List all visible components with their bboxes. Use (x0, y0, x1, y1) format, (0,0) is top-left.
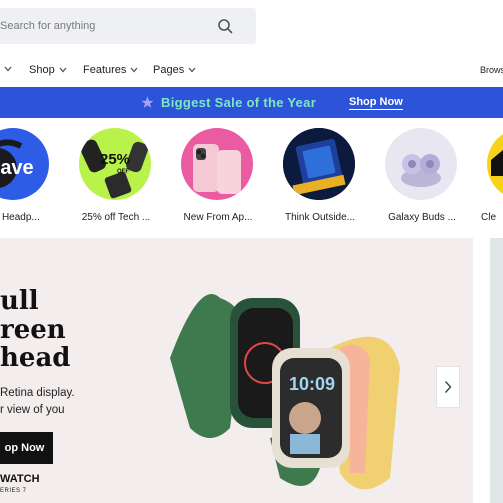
nav-item-label: Pages (153, 64, 185, 76)
processor-image (283, 128, 355, 200)
page: Shop Features Pages Brows Biggest Sale o… (0, 0, 503, 503)
category-badge: 25% (100, 151, 130, 168)
hero-shop-now-button[interactable]: op Now (0, 432, 53, 464)
category-label: 25% off Tech ... (81, 212, 151, 223)
hero-subtitle-line: Retina display. (0, 387, 75, 399)
chevron-down-icon (59, 67, 67, 73)
category-item[interactable]: ave off Headp... (0, 128, 51, 228)
phone-image (193, 144, 241, 194)
apple-watch-image: 10:09 (170, 294, 400, 490)
carousel-next-button[interactable] (436, 366, 460, 408)
category-image (283, 128, 355, 200)
category-label: New From Ap... (183, 212, 253, 223)
category-item[interactable]: 25% OFF 25% off Tech ... (79, 128, 153, 228)
search-icon[interactable] (217, 18, 233, 34)
hero-brand: WATCH (0, 473, 40, 485)
search-bar[interactable] (0, 8, 256, 44)
category-badge-sub: OFF (117, 169, 129, 175)
next-slide-peek (490, 238, 503, 503)
search-input[interactable] (0, 8, 210, 44)
category-image (181, 128, 253, 200)
category-image: 25% OFF (79, 128, 151, 200)
promo-title: Biggest Sale of the Year (161, 95, 317, 110)
star-icon (141, 96, 154, 108)
category-badge: ave (0, 157, 33, 179)
home-image (491, 150, 503, 176)
nav-item-features[interactable]: Features (83, 64, 138, 76)
promo-bar: Biggest Sale of the Year Shop Now (0, 87, 503, 118)
nav-item-label: Shop (29, 64, 55, 76)
category-image (487, 128, 503, 200)
earbuds-image (401, 154, 441, 187)
category-label: Galaxy Buds ... (388, 212, 456, 223)
nav-item-shop[interactable]: Shop (29, 64, 67, 76)
chevron-down-icon (130, 67, 138, 73)
headphones-image: ave (0, 139, 34, 188)
main-nav: Shop Features Pages Brows (0, 58, 503, 84)
hero-title-line: ull (0, 286, 39, 316)
category-image: ave (0, 128, 49, 200)
chevron-down-icon (188, 67, 196, 73)
browse-link[interactable]: Brows (480, 65, 503, 75)
category-item[interactable]: Think Outside... (283, 128, 357, 228)
category-label: Think Outside... (284, 212, 356, 223)
category-item[interactable]: New From Ap... (181, 128, 255, 228)
hero-series: ERIES 7 (0, 488, 27, 494)
nav-item-pages[interactable]: Pages (153, 64, 196, 76)
hero-title-line: reen (0, 315, 66, 345)
category-label: Cle (481, 212, 497, 223)
tech-devices-image: 25% OFF (80, 139, 148, 199)
category-image (385, 128, 457, 200)
category-item[interactable]: Cle (481, 128, 503, 228)
hero-title-line: head (0, 343, 71, 373)
category-item[interactable]: Galaxy Buds ... (385, 128, 459, 228)
hero-banner: 10:09 ull reen head Retina display. r vi… (0, 238, 473, 503)
hero-subtitle-line: r view of you (0, 404, 65, 416)
promo-shop-now-link[interactable]: Shop Now (349, 96, 403, 110)
watch-time: 10:09 (289, 374, 335, 394)
chevron-right-icon (444, 381, 452, 393)
nav-item-label: Features (83, 64, 127, 76)
chevron-down-icon[interactable] (4, 66, 12, 72)
hero-button-label: op Now (4, 442, 45, 454)
